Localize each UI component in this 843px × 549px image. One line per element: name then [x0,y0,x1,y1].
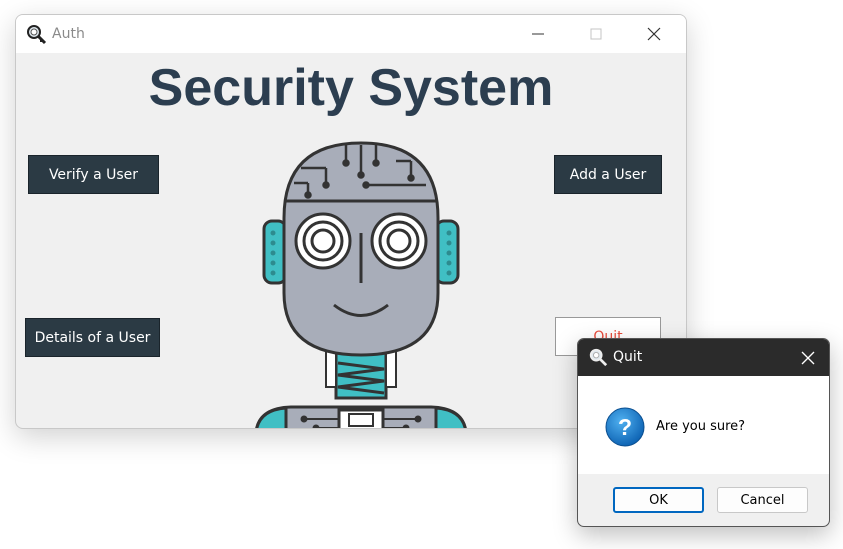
window-title: Auth [52,26,85,42]
magnifier-icon [27,25,47,45]
cancel-button[interactable]: Cancel [717,487,808,513]
page-title: Security System [148,59,554,117]
dialog-message: Are you sure? [656,419,746,434]
close-icon[interactable] [795,345,821,371]
ok-button[interactable]: OK [613,487,704,513]
minimize-icon[interactable] [518,19,558,49]
dialog-title-bar: Quit [578,339,829,376]
title-bar: Auth [16,15,686,53]
magnifier-icon [589,348,608,367]
dialog-body: ? Are you sure? [578,376,829,474]
svg-text:?: ? [618,414,632,440]
maximize-icon[interactable] [576,19,616,49]
verify-user-button[interactable]: Verify a User [28,155,159,194]
robot-illustration [255,141,467,428]
dialog-title: Quit [613,349,643,365]
question-icon: ? [605,407,645,447]
add-user-button[interactable]: Add a User [554,155,662,194]
close-icon[interactable] [634,19,674,49]
user-details-button[interactable]: Details of a User [25,318,160,357]
quit-dialog: Quit ? Are you sure? OK Cancel [577,338,830,527]
